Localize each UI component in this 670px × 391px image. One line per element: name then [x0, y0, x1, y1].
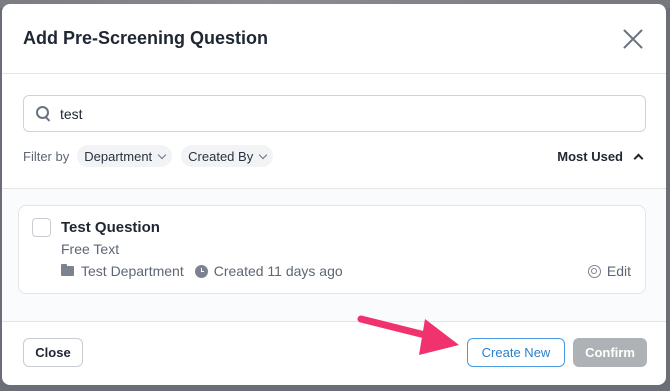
clock-icon — [194, 264, 208, 278]
question-created: Created 11 days ago — [213, 263, 343, 279]
filter-label: Filter by — [23, 148, 70, 164]
question-type: Free Text — [61, 241, 120, 257]
question-checkbox[interactable] — [32, 218, 51, 237]
question-title: Test Question — [61, 219, 160, 236]
filter-department-dropdown[interactable]: Department — [77, 145, 173, 167]
sort-label: Most Used — [557, 148, 623, 164]
modal-title: Add Pre-Screening Question — [23, 28, 269, 48]
filter-created-by-label: Created By — [188, 148, 254, 164]
folder-icon — [61, 264, 74, 276]
filter-created-by-dropdown[interactable]: Created By — [181, 145, 274, 167]
create-new-button[interactable]: Create New — [467, 338, 565, 367]
chevron-down-icon — [258, 150, 268, 159]
close-button[interactable]: Close — [23, 338, 83, 367]
chevron-down-icon — [157, 150, 167, 159]
search-box[interactable] — [23, 95, 646, 132]
close-icon[interactable] — [622, 28, 644, 50]
question-meta: Test Department Created 11 days ago — [61, 263, 631, 279]
question-department: Test Department — [81, 263, 184, 279]
sort-dropdown[interactable]: Most Used — [557, 149, 646, 164]
modal-header: Add Pre-Screening Question — [2, 4, 666, 74]
edit-button[interactable]: Edit — [587, 263, 631, 279]
filter-department-label: Department — [84, 148, 153, 164]
edit-label: Edit — [606, 263, 631, 279]
search-filter-area: Filter by Department Created By Most Use… — [2, 74, 666, 189]
add-question-modal: Add Pre-Screening Question Filter by Dep… — [2, 4, 666, 385]
modal-footer: Close Create New Confirm — [2, 322, 666, 384]
confirm-button[interactable]: Confirm — [573, 338, 647, 367]
search-icon — [36, 105, 52, 122]
search-input[interactable] — [60, 105, 645, 122]
gear-icon — [587, 264, 601, 278]
filter-row: Filter by Department Created By Most Use… — [23, 145, 646, 167]
question-card[interactable]: Test Question Free Text Test Department … — [18, 205, 646, 294]
chevron-up-icon — [633, 153, 644, 163]
question-list: Test Question Free Text Test Department … — [2, 189, 666, 322]
